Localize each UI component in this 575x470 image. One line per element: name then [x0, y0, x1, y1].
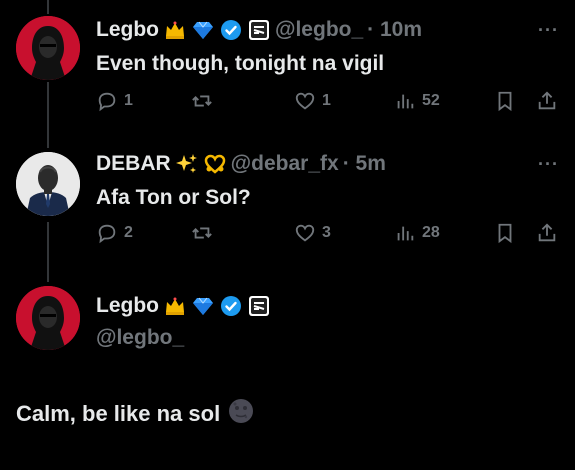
new-moon-face-icon — [228, 398, 254, 430]
tweet-header: DEBAR @debar_fx · 5m — [96, 152, 386, 176]
heart-icon — [295, 92, 315, 110]
share-button[interactable] — [536, 222, 558, 244]
thread-line-2 — [47, 222, 49, 282]
bookmark-icon — [498, 223, 512, 244]
tweet-text: Afa Ton or Sol? — [96, 186, 251, 209]
verified-icon[interactable] — [219, 18, 243, 42]
repost-button[interactable] — [190, 222, 214, 244]
like-button[interactable]: 3 — [294, 222, 331, 244]
verified-icon[interactable] — [219, 294, 243, 318]
handle[interactable]: @debar_fx — [231, 152, 339, 176]
like-button[interactable]: 1 — [294, 90, 331, 112]
affiliate-badge-icon[interactable] — [247, 294, 271, 318]
views-button[interactable]: 52 — [394, 90, 440, 112]
avatar[interactable] — [16, 152, 80, 216]
tweet-text: Even though, tonight na vigil — [96, 52, 385, 75]
hooded-figure-avatar-icon — [16, 16, 80, 80]
reply-button[interactable]: 2 — [96, 222, 133, 244]
post-text-container: Calm, be like na sol — [16, 398, 254, 430]
bookmark-icon — [498, 91, 512, 112]
suited-figure-avatar-icon — [16, 152, 80, 216]
display-name[interactable]: DEBAR — [96, 152, 171, 176]
share-button[interactable] — [536, 90, 558, 112]
views-icon — [397, 226, 414, 241]
timestamp[interactable]: · 10m — [367, 18, 422, 42]
crown-icon — [163, 18, 187, 42]
like-count: 1 — [322, 92, 331, 109]
views-button[interactable]: 28 — [394, 222, 440, 244]
heart-icon — [295, 224, 315, 242]
gem-icon — [191, 18, 215, 42]
sparkles-icon — [175, 152, 199, 176]
display-name[interactable]: Legbo — [96, 18, 159, 42]
post-header: Legbo — [96, 294, 271, 318]
reply-count: 1 — [124, 92, 133, 109]
thread-line-top — [47, 0, 49, 14]
post-text: Calm, be like na sol — [16, 401, 221, 426]
share-icon — [538, 223, 556, 242]
reply-count: 2 — [124, 224, 133, 241]
like-count: 3 — [322, 224, 331, 241]
handle[interactable]: @legbo_ — [275, 18, 363, 42]
reply-button[interactable]: 1 — [96, 90, 133, 112]
avatar[interactable] — [16, 286, 80, 350]
view-count: 52 — [422, 92, 440, 109]
hooded-figure-avatar-icon — [16, 286, 80, 350]
action-bar: 2 3 28 — [96, 222, 561, 250]
repost-icon — [192, 95, 212, 107]
reply-icon — [98, 92, 116, 112]
gem-icon — [191, 294, 215, 318]
timestamp[interactable]: · 5m — [343, 152, 386, 176]
share-icon — [538, 91, 556, 110]
more-options-button[interactable]: ··· — [538, 154, 559, 175]
bookmark-button[interactable] — [494, 90, 516, 112]
repost-button[interactable] — [190, 90, 214, 112]
display-name[interactable]: Legbo — [96, 294, 159, 318]
heart-hands-icon — [203, 152, 227, 176]
post-handle-line: @legbo_ — [96, 326, 184, 350]
views-icon — [397, 94, 414, 109]
avatar[interactable] — [16, 16, 80, 80]
handle[interactable]: @legbo_ — [96, 326, 184, 350]
crown-icon — [163, 294, 187, 318]
thread-line-1 — [47, 82, 49, 148]
tweet-header: Legbo @legbo_ · 10m — [96, 18, 422, 42]
repost-icon — [192, 227, 212, 239]
action-bar: 1 1 52 — [96, 90, 561, 118]
bookmark-button[interactable] — [494, 222, 516, 244]
view-count: 28 — [422, 224, 440, 241]
affiliate-badge-icon[interactable] — [247, 18, 271, 42]
reply-icon — [98, 224, 116, 244]
more-options-button[interactable]: ··· — [538, 20, 559, 41]
